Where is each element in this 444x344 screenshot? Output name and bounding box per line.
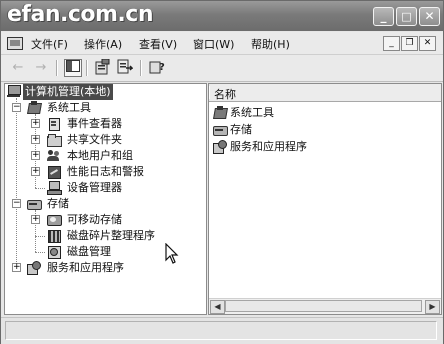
scrollbar-thumb[interactable] <box>225 300 422 312</box>
menu-help[interactable]: 帮助(H) <box>251 36 290 52</box>
toolbar-separator <box>140 60 142 76</box>
menu-view[interactable]: 查看(V) <box>139 36 177 52</box>
disk-management-icon <box>47 245 61 259</box>
tree-root[interactable]: 计算机管理(本地) <box>7 84 203 100</box>
title-bar[interactable]: efan.com.cn _ □ ✕ <box>1 1 443 31</box>
list-item-services-applications[interactable]: 服务和应用程序 <box>213 139 433 155</box>
expand-toggle[interactable]: + <box>31 215 40 224</box>
tree-item-removable-storage[interactable]: + 可移动存储 <box>5 212 201 228</box>
tree-item-device-manager[interactable]: 设备管理器 <box>5 180 201 196</box>
collapse-toggle[interactable]: − <box>12 199 21 208</box>
svg-text:?: ? <box>159 62 165 73</box>
status-bar <box>1 317 443 344</box>
scrollbar-track[interactable] <box>225 300 422 312</box>
help-icon[interactable]: ? <box>148 59 166 77</box>
services-icon <box>213 140 227 154</box>
removable-storage-icon <box>47 213 62 226</box>
minimize-button[interactable]: _ <box>373 7 394 26</box>
performance-icon <box>47 165 61 179</box>
toolbar-separator <box>56 60 58 76</box>
window-title: efan.com.cn <box>7 2 154 27</box>
close-button[interactable]: ✕ <box>419 7 440 26</box>
expand-toggle[interactable]: + <box>31 119 40 128</box>
expand-toggle[interactable]: + <box>31 151 40 160</box>
tools-icon <box>213 106 227 119</box>
shared-folder-icon <box>47 133 62 147</box>
tools-icon <box>27 101 41 114</box>
tree-item-system-tools[interactable]: − 系统工具 <box>5 100 201 116</box>
tree-item-label: 系统工具 <box>47 101 91 114</box>
defrag-icon <box>47 229 61 243</box>
status-text <box>5 321 437 340</box>
tree-item-label: 事件查看器 <box>67 117 122 130</box>
arrow-right-icon[interactable]: → <box>32 59 50 77</box>
child-restore-button[interactable]: ❐ <box>401 36 418 51</box>
tree-item-label: 服务和应用程序 <box>47 261 124 274</box>
scroll-left-icon[interactable]: ◀ <box>210 300 225 314</box>
computer-icon <box>7 85 21 98</box>
tree-item-label: 磁盘碎片整理程序 <box>67 229 155 242</box>
tree-item-label: 磁盘管理 <box>67 245 111 258</box>
properties-icon[interactable] <box>93 58 111 77</box>
menu-window[interactable]: 窗口(W) <box>193 36 234 52</box>
list-item-label: 服务和应用程序 <box>230 140 307 153</box>
list-item-label: 系统工具 <box>230 106 274 119</box>
collapse-toggle[interactable]: − <box>12 103 21 112</box>
tree-item-shared-folders[interactable]: + 共享文件夹 <box>5 132 201 148</box>
horizontal-scrollbar[interactable]: ◀ ▶ <box>209 298 441 314</box>
tree-item-label: 可移动存储 <box>67 213 122 226</box>
list-header: 名称 <box>209 84 441 102</box>
storage-icon <box>213 123 228 136</box>
toolbar: ← → ? <box>1 55 443 82</box>
header-separator <box>209 86 210 99</box>
tree-item-disk-defragmenter[interactable]: 磁盘碎片整理程序 <box>5 228 201 244</box>
device-manager-icon <box>47 181 62 195</box>
list-item-storage[interactable]: 存储 <box>213 122 433 138</box>
child-minimize-button[interactable]: _ <box>383 36 400 51</box>
tree-item-label: 本地用户和组 <box>67 149 133 162</box>
computer-management-window: efan.com.cn _ □ ✕ 文件(F) 操作(A) 查看(V) 窗口(W… <box>0 0 444 344</box>
menu-action[interactable]: 操作(A) <box>84 36 122 52</box>
tree-item-label: 性能日志和警报 <box>67 165 144 178</box>
details-pane[interactable]: 名称 系统工具 存储 服务和应用程序 ◀ ▶ <box>208 83 442 315</box>
event-viewer-icon <box>47 117 61 131</box>
export-list-icon[interactable] <box>116 59 134 77</box>
tree-item-local-users[interactable]: + 本地用户和组 <box>5 148 201 164</box>
console-tree-icon[interactable] <box>64 59 82 77</box>
list-item-label: 存储 <box>230 123 252 136</box>
column-header-name[interactable]: 名称 <box>214 86 236 102</box>
list-item-system-tools[interactable]: 系统工具 <box>213 105 433 121</box>
expand-toggle[interactable]: + <box>31 167 40 176</box>
maximize-button[interactable]: □ <box>396 7 417 26</box>
scroll-right-icon[interactable]: ▶ <box>425 300 440 314</box>
child-close-button[interactable]: ✕ <box>419 36 436 51</box>
arrow-left-icon[interactable]: ← <box>9 59 27 77</box>
tree-item-label: 设备管理器 <box>67 181 122 194</box>
system-menu-icon[interactable] <box>7 37 23 50</box>
expand-toggle[interactable]: + <box>12 263 21 272</box>
tree-item-label: 共享文件夹 <box>67 133 122 146</box>
mouse-pointer-icon <box>165 243 179 264</box>
tree-item-performance-logs[interactable]: + 性能日志和警报 <box>5 164 201 180</box>
menu-file[interactable]: 文件(F) <box>31 36 68 52</box>
users-icon <box>47 149 61 162</box>
tree-item-storage[interactable]: − 存储 <box>5 196 201 212</box>
toolbar-separator <box>86 60 88 76</box>
console-tree-pane[interactable]: 计算机管理(本地) − 系统工具 + 事件查看器 + 共享文件夹 + 本地用户和… <box>4 83 207 315</box>
tree-item-event-viewer[interactable]: + 事件查看器 <box>5 116 201 132</box>
menu-bar: 文件(F) 操作(A) 查看(V) 窗口(W) 帮助(H) _ ❐ ✕ <box>1 32 443 55</box>
tree-item-label: 存储 <box>47 197 69 210</box>
tree-root-label: 计算机管理(本地) <box>23 84 113 100</box>
expand-toggle[interactable]: + <box>31 135 40 144</box>
storage-icon <box>27 197 42 210</box>
services-icon <box>27 261 41 275</box>
